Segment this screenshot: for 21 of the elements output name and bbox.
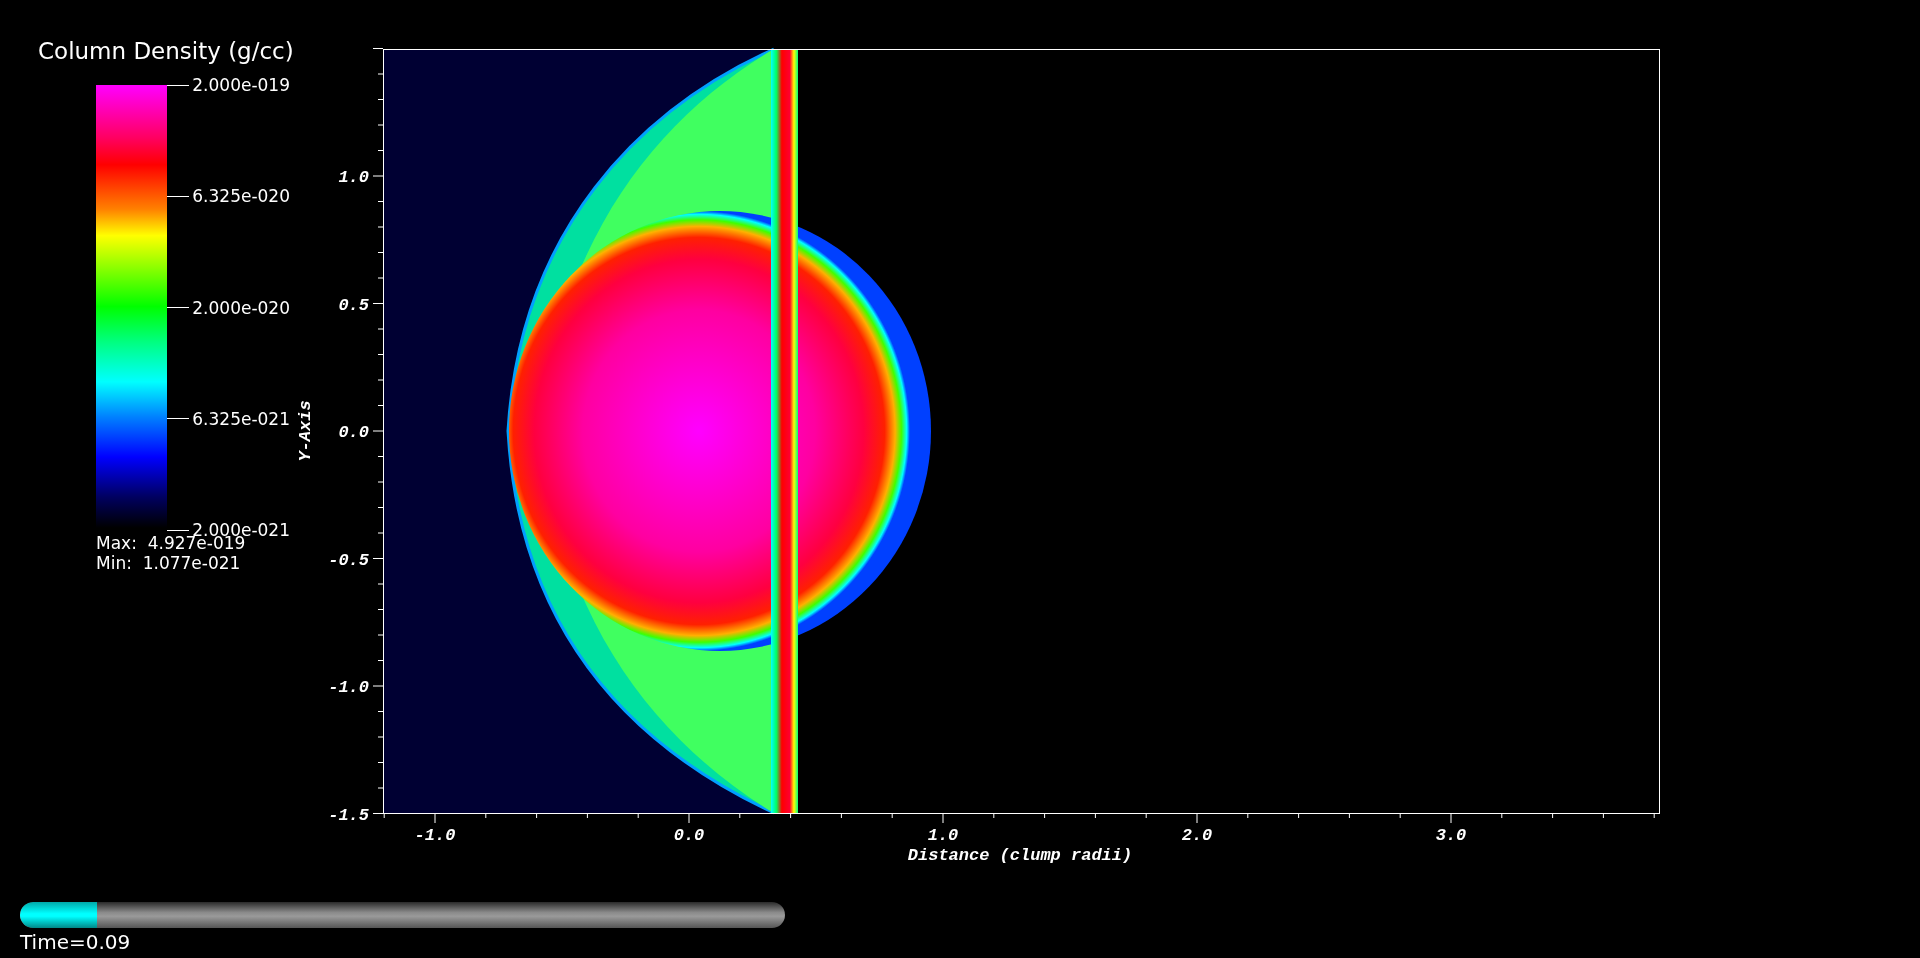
scale-label: 6.325e-020 [192, 186, 290, 207]
y-tick-label: 1.0 [338, 168, 369, 187]
y-tick-label: -1.0 [328, 678, 369, 697]
scale-label: 2.000e-019 [192, 75, 290, 95]
scale-label: 6.325e-021 [192, 408, 290, 429]
x-axis-title: Distance (clump radii) [907, 846, 1133, 865]
time-slider[interactable] [20, 902, 785, 928]
x-tick-label: 3.0 [1435, 826, 1467, 845]
x-tick-label: 1.0 [927, 826, 959, 845]
x-tick-label: 0.0 [673, 826, 705, 845]
y-tick-label: -1.5 [328, 805, 369, 825]
legend-title: Column Density (g/cc) [38, 38, 294, 64]
y-tick-label: 0.5 [338, 295, 369, 315]
scale-label: 2.000e-020 [192, 297, 290, 318]
y-axis-title: Y-Axis [296, 400, 315, 462]
time-label: Time=0.09 [20, 930, 131, 954]
x-tick-label: -1.0 [414, 826, 456, 845]
y-tick-label: -0.5 [328, 550, 369, 570]
min-value: Min: 1.077e-021 [96, 553, 242, 573]
x-tick-label: 2.0 [1181, 826, 1213, 845]
y-tick-label: 0.0 [338, 423, 369, 442]
